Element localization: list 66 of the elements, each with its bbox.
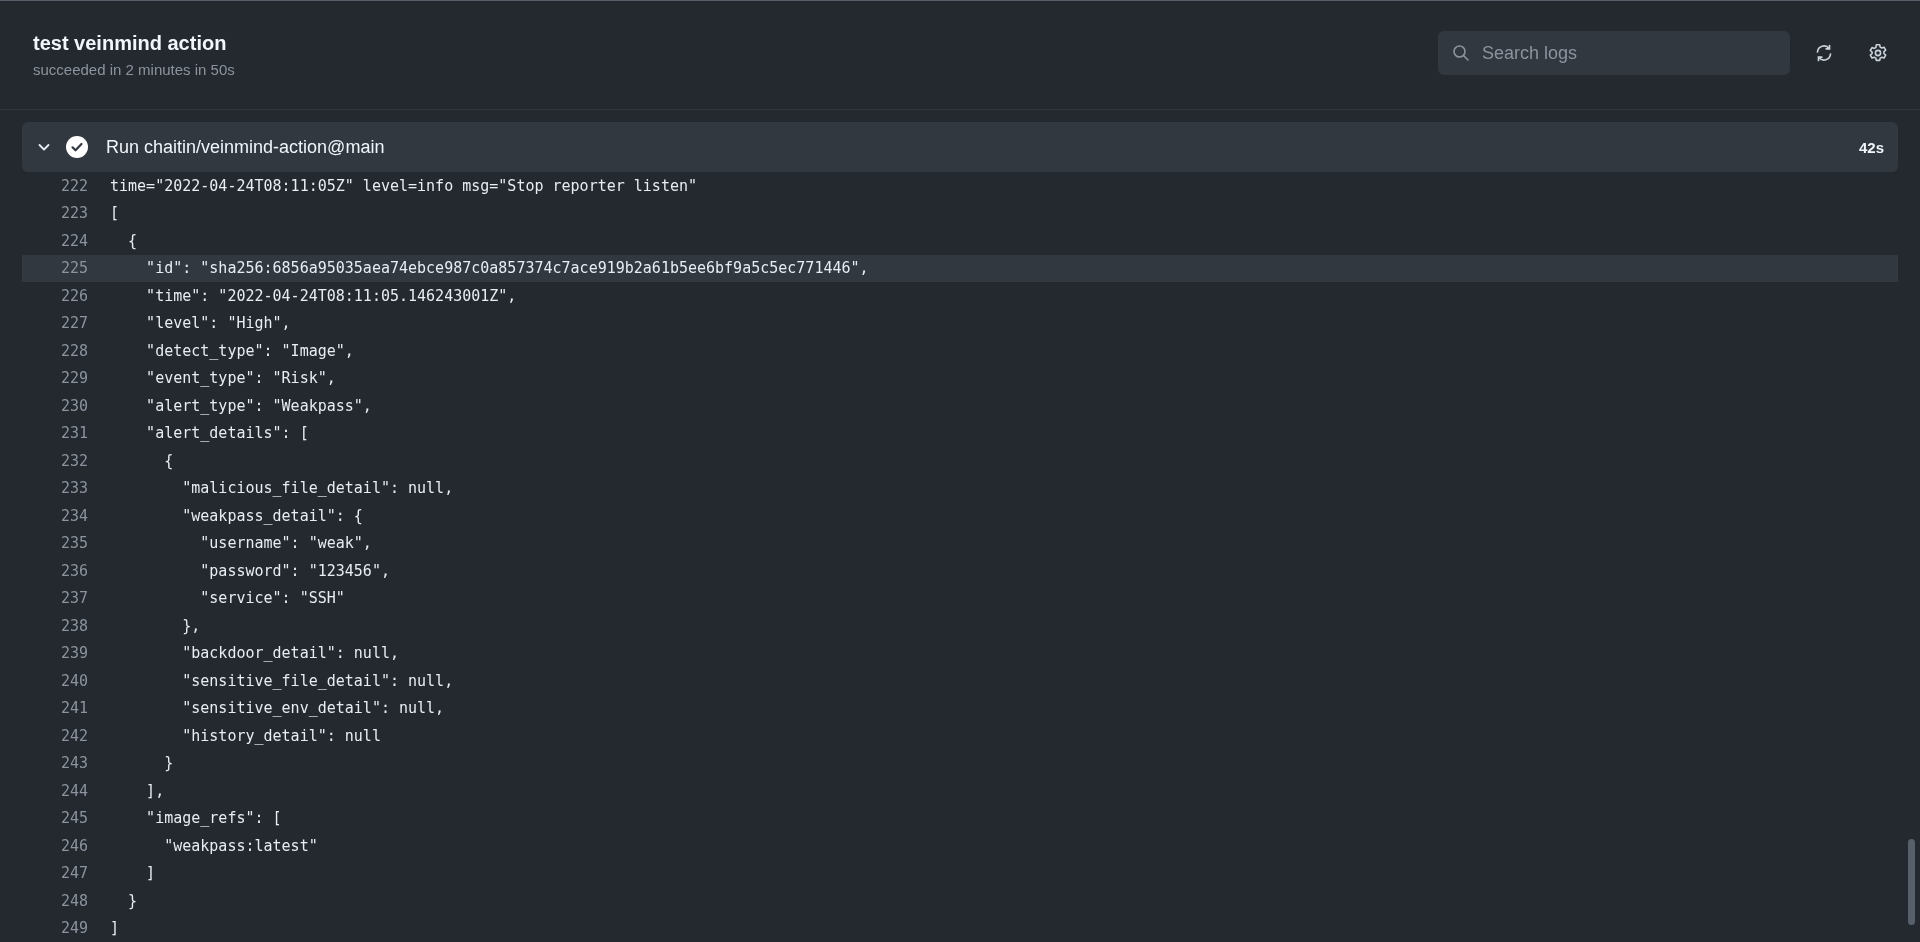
log-text: { (163, 451, 174, 470)
log-text: "alert_details": [ (145, 424, 309, 443)
refresh-icon (1814, 43, 1834, 63)
log-text: "detect_type": "Image", (145, 341, 354, 360)
line-number[interactable]: 224 (22, 231, 88, 250)
line-number[interactable]: 235 (22, 534, 88, 553)
step-duration: 42s (1858, 138, 1884, 156)
log-text: "sensitive_file_detail": null, (181, 671, 454, 690)
log-text: time="2022-04-24T08:11:05Z" level=info msg="Stop reporter listen" (110, 176, 697, 195)
line-number[interactable]: 232 (22, 451, 88, 470)
line-number[interactable]: 237 (22, 589, 88, 608)
line-number[interactable]: 229 (22, 369, 88, 388)
log-text: "time": "2022-04-24T08:11:05.146243001Z", (145, 286, 517, 305)
log-text: ], (145, 781, 165, 800)
log-text: "image_refs": [ (145, 809, 282, 828)
log-text: "alert_type": "Weakpass", (145, 396, 372, 415)
line-number[interactable]: 248 (22, 891, 88, 910)
line-number[interactable]: 223 (22, 204, 88, 223)
search-icon (1452, 44, 1470, 62)
log-text: "sensitive_env_detail": null, (181, 699, 445, 718)
search-field[interactable]: Search logs (1438, 31, 1790, 75)
line-number[interactable]: 249 (22, 919, 88, 938)
scrollbar-thumb[interactable] (1908, 839, 1915, 925)
log-text: } (127, 891, 138, 910)
line-number[interactable]: 245 (22, 809, 88, 828)
line-number[interactable]: 239 (22, 644, 88, 663)
log-text: "event_type": "Risk", (145, 369, 336, 388)
line-number[interactable]: 230 (22, 396, 88, 415)
line-number[interactable]: 233 (22, 479, 88, 498)
line-number[interactable]: 244 (22, 781, 88, 800)
settings-icon (1868, 43, 1888, 63)
line-number[interactable]: 243 (22, 754, 88, 773)
log-text: "malicious_file_detail": null, (181, 479, 454, 498)
line-number[interactable]: 231 (22, 424, 88, 443)
job-title: test veinmind action (33, 32, 228, 55)
line-number[interactable]: 222 (22, 176, 88, 195)
line-number[interactable]: 240 (22, 671, 88, 690)
line-number[interactable]: 226 (22, 286, 88, 305)
line-number[interactable]: 241 (22, 699, 88, 718)
log-text: "username": "weak", (199, 534, 372, 553)
log-text: "backdoor_detail": null, (181, 644, 399, 663)
log-text: }, (181, 616, 201, 635)
log-text: "weakpass:latest" (163, 836, 318, 855)
line-number[interactable]: 242 (22, 726, 88, 745)
line-number[interactable]: 246 (22, 836, 88, 855)
log-text: "history_detail": null (181, 726, 381, 745)
line-number[interactable]: 247 (22, 864, 88, 883)
log-text: { (127, 231, 138, 250)
step-header[interactable]: Run chaitin/veinmind-action@main 42s (22, 122, 1898, 172)
log-text: "level": "High", (145, 314, 291, 333)
log-text: "id": "sha256:6856a95035aea74ebce987c0a857374c7ace919b2a61b5ee6bf9a5c5ec771446", (145, 259, 869, 278)
log-text: } (163, 754, 174, 773)
job-summary: succeeded in 2 minutes in 50s (33, 61, 235, 78)
step-name: Run chaitin/veinmind-action@main (106, 136, 386, 158)
log-text: ] (110, 919, 120, 938)
line-number[interactable]: 227 (22, 314, 88, 333)
line-number[interactable]: 225 (22, 259, 88, 278)
log-text: ] (145, 864, 156, 883)
log-text: "password": "123456", (199, 561, 390, 580)
line-number[interactable]: 228 (22, 341, 88, 360)
log-text: "service": "SSH" (199, 589, 345, 608)
log-text: [ (110, 204, 120, 223)
line-number[interactable]: 234 (22, 506, 88, 525)
log-text: "weakpass_detail": { (181, 506, 363, 525)
line-number[interactable]: 236 (22, 561, 88, 580)
line-number[interactable]: 238 (22, 616, 88, 635)
